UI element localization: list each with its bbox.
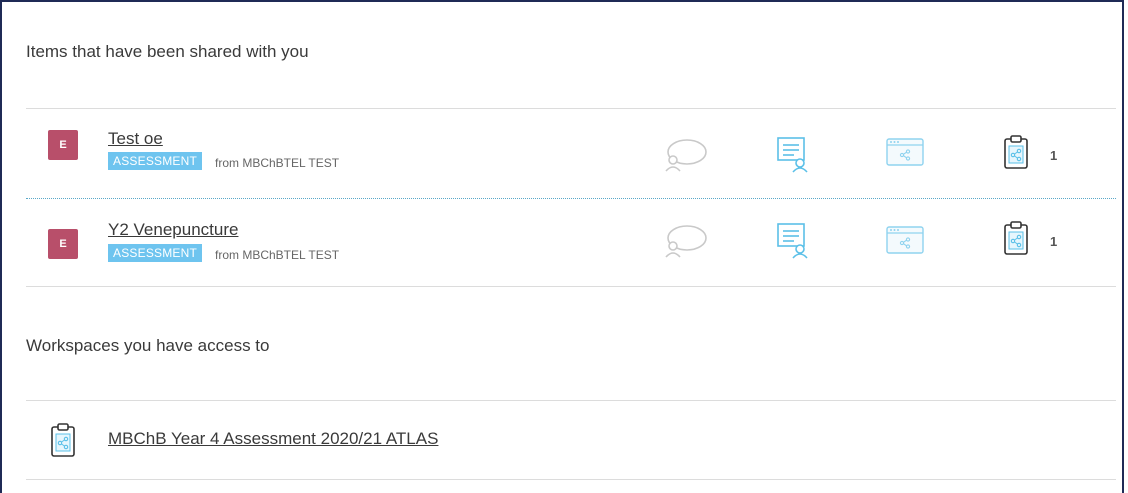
comment-user-icon[interactable] xyxy=(662,224,708,260)
shared-items-heading: Items that have been shared with you xyxy=(26,42,309,61)
divider xyxy=(26,479,1116,480)
item-type-badge: ASSESSMENT xyxy=(108,152,203,170)
divider xyxy=(26,286,1116,287)
clipboard-share-icon[interactable] xyxy=(1003,220,1029,256)
workspace-link[interactable]: MBChB Year 4 Assessment 2020/21 ATLAS xyxy=(108,429,438,449)
item-type-badge: ASSESSMENT xyxy=(108,244,203,262)
shared-item-row: E Test oe ASSESSMENT from MBChBTEL TEST … xyxy=(26,110,1116,198)
item-source: from MBChBTEL TEST xyxy=(215,248,340,262)
clipboard-share-icon[interactable] xyxy=(1003,134,1029,170)
shared-item-row: E Y2 Venepuncture ASSESSMENT from MBChBT… xyxy=(26,198,1116,286)
share-window-icon[interactable] xyxy=(886,226,924,254)
share-window-icon[interactable] xyxy=(886,138,924,166)
divider xyxy=(26,108,1116,109)
item-avatar: E xyxy=(48,130,78,160)
feedback-user-icon[interactable] xyxy=(776,136,812,174)
feedback-user-icon[interactable] xyxy=(776,222,812,260)
comment-user-icon[interactable] xyxy=(662,138,708,174)
item-source: from MBChBTEL TEST xyxy=(215,156,340,170)
workspace-row: MBChB Year 4 Assessment 2020/21 ATLAS xyxy=(26,401,1116,479)
clipboard-share-icon xyxy=(51,423,75,457)
workspaces-heading: Workspaces you have access to xyxy=(26,336,270,355)
item-count: 1 xyxy=(1050,148,1058,163)
item-count: 1 xyxy=(1050,234,1058,249)
item-title-link[interactable]: Test oe xyxy=(108,129,163,149)
item-title-link[interactable]: Y2 Venepuncture xyxy=(108,220,238,240)
item-avatar: E xyxy=(48,229,78,259)
